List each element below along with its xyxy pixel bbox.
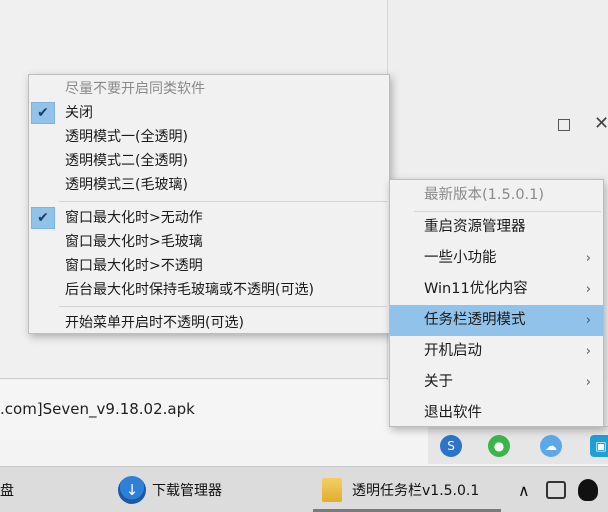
qq-icon[interactable]	[578, 467, 598, 512]
menu-item-autostart[interactable]: 开机启动 ›	[390, 336, 603, 367]
chevron-right-icon: ›	[585, 344, 591, 359]
taskbar-transparent-taskbar[interactable]: 透明任务栏v1.5.0.1	[322, 467, 479, 512]
app-icon[interactable]: ▣	[590, 435, 608, 457]
menu-item-mode-3[interactable]: 透明模式三(毛玻璃)	[29, 173, 389, 197]
menu-item-mode-1[interactable]: 透明模式一(全透明)	[29, 125, 389, 149]
menu-item-background-max[interactable]: 后台最大化时保持毛玻璃或不透明(可选)	[29, 278, 389, 302]
menu-item-max-frosted[interactable]: 窗口最大化时>毛玻璃	[29, 230, 389, 254]
chevron-right-icon: ›	[585, 375, 591, 390]
file-name-text[interactable]: .com]Seven_v9.18.02.apk	[0, 400, 195, 418]
menu-separator	[59, 306, 387, 307]
menu-item-exit[interactable]: 退出软件	[390, 398, 603, 429]
menu-item-label: 开始菜单开启时不透明(可选)	[65, 315, 244, 331]
taskbar-active-app-label: 透明任务栏v1.5.0.1	[352, 483, 480, 499]
taskbar-download-manager-label: 下载管理器	[152, 483, 222, 499]
taskbar-drive-label: 盘	[0, 483, 14, 499]
menu-item-label: 透明模式一(全透明)	[65, 129, 188, 145]
menu-item-label: 关闭	[65, 105, 93, 121]
wechat-icon[interactable]: ●	[488, 435, 510, 457]
tray-chevron-icon[interactable]: ∧	[518, 467, 530, 512]
cloud-icon[interactable]: ☁	[540, 435, 562, 457]
menu-item-label: 窗口最大化时>毛玻璃	[65, 234, 203, 250]
taskbar-drive-fragment[interactable]: 盘	[0, 467, 14, 512]
download-manager-icon: ↓	[118, 476, 146, 504]
menu-item-label: 退出软件	[424, 405, 482, 421]
menu-item-label: 窗口最大化时>不透明	[65, 258, 203, 274]
tray-overflow-strip: S ● ☁ ▣	[428, 426, 608, 464]
background-window-right	[388, 0, 608, 180]
menu-item-label: 窗口最大化时>无动作	[65, 210, 203, 226]
menu-item-label: 尽量不要开启同类软件	[65, 81, 205, 97]
divider	[0, 378, 388, 379]
chevron-right-icon: ›	[585, 251, 591, 266]
menu-item-win11-optimize[interactable]: Win11优化内容 ›	[390, 274, 603, 305]
menu-item-label: 关于	[424, 374, 453, 390]
maximize-icon[interactable]	[558, 119, 570, 131]
chevron-right-icon: ›	[585, 313, 591, 328]
menu-item-label: 后台最大化时保持毛玻璃或不透明(可选)	[65, 282, 314, 298]
menu-item-label: 重启资源管理器	[424, 219, 526, 235]
menu-item-hint: 尽量不要开启同类软件	[29, 77, 389, 101]
taskbar: 盘 ↓ 下载管理器 透明任务栏v1.5.0.1 ∧	[0, 466, 608, 512]
menu-item-label: Win11优化内容	[424, 281, 528, 297]
menu-item-taskbar-transparency[interactable]: 任务栏透明模式 ›	[390, 305, 603, 336]
close-icon[interactable]: ✕	[594, 114, 608, 134]
sogou-icon[interactable]: S	[440, 435, 462, 457]
main-context-menu: 最新版本(1.5.0.1) 重启资源管理器 一些小功能 › Win11优化内容 …	[389, 179, 604, 427]
taskbar-download-manager[interactable]: ↓ 下载管理器	[118, 467, 222, 512]
transparency-submenu: 尽量不要开启同类软件 ✔ 关闭 透明模式一(全透明) 透明模式二(全透明) 透明…	[28, 74, 390, 334]
folder-icon	[322, 478, 342, 502]
menu-item-latest-version: 最新版本(1.5.0.1)	[390, 180, 603, 211]
menu-item-label: 透明模式二(全透明)	[65, 153, 188, 169]
menu-item-small-features[interactable]: 一些小功能 ›	[390, 243, 603, 274]
menu-item-label: 透明模式三(毛玻璃)	[65, 177, 188, 193]
menu-item-mode-2[interactable]: 透明模式二(全透明)	[29, 149, 389, 173]
menu-item-max-opaque[interactable]: 窗口最大化时>不透明	[29, 254, 389, 278]
menu-item-max-no-action[interactable]: ✔ 窗口最大化时>无动作	[29, 206, 389, 230]
qq-penguin-icon	[578, 479, 598, 501]
menu-item-label: 任务栏透明模式	[424, 312, 526, 328]
tray-icon-1[interactable]	[546, 467, 566, 512]
menu-item-label: 最新版本(1.5.0.1)	[424, 187, 545, 203]
check-icon: ✔	[31, 102, 55, 124]
menu-item-label: 一些小功能	[424, 250, 497, 266]
menu-item-label: 开机启动	[424, 343, 482, 359]
menu-item-start-opaque[interactable]: 开始菜单开启时不透明(可选)	[29, 311, 389, 335]
menu-separator	[59, 201, 387, 202]
menu-item-about[interactable]: 关于 ›	[390, 367, 603, 398]
chevron-right-icon: ›	[585, 282, 591, 297]
menu-item-close[interactable]: ✔ 关闭	[29, 101, 389, 125]
check-icon: ✔	[31, 207, 55, 229]
ime-icon	[546, 481, 566, 499]
menu-item-restart-explorer[interactable]: 重启资源管理器	[390, 212, 603, 243]
